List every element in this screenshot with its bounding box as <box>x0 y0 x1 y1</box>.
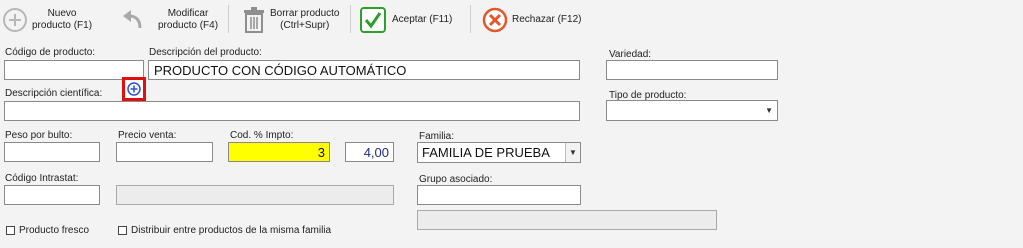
producto-fresco-label: Producto fresco <box>19 225 90 236</box>
descripcion-field[interactable]: PRODUCTO CON CÓDIGO AUTOMÁTICO <box>148 60 580 80</box>
new-product-label-2: producto (F1) <box>32 20 93 31</box>
reject-label: Rechazar (F12) <box>512 14 582 25</box>
reject-button[interactable]: Rechazar (F12) <box>482 3 581 37</box>
impto-code-field[interactable]: 3 <box>228 142 330 162</box>
delete-product-label-2: (Ctrl+Supr) <box>280 20 330 31</box>
intrastat-description-field <box>116 185 394 205</box>
add-cientifica-button[interactable] <box>122 77 146 101</box>
descripcion-label: Descripción del producto: <box>149 47 262 58</box>
toolbar-separator <box>228 5 229 33</box>
x-circle-icon <box>482 7 508 33</box>
toolbar-separator <box>350 5 351 33</box>
familia-value: FAMILIA DE PRUEBA <box>422 145 550 160</box>
accept-label: Aceptar (F11) <box>392 14 453 25</box>
chevron-down-icon[interactable]: ▼ <box>765 106 773 115</box>
trash-icon <box>244 7 264 33</box>
descripcion-value: PRODUCTO CON CÓDIGO AUTOMÁTICO <box>154 63 407 78</box>
add-circle-icon <box>127 82 141 96</box>
intrastat-field[interactable] <box>4 185 100 205</box>
delete-product-label-1: Borrar producto <box>270 8 340 19</box>
intrastat-label: Código Intrastat: <box>5 173 79 184</box>
new-product-button[interactable]: Nuevo producto (F1) <box>2 3 92 37</box>
familia-label: Familia: <box>419 131 455 142</box>
grupo-label: Grupo asociado: <box>419 174 493 185</box>
familia-dropdown-button[interactable]: ▼ <box>565 143 580 162</box>
toolbar: Nuevo producto (F1) Modificar producto (… <box>0 0 1023 38</box>
precio-label: Precio venta: <box>118 130 177 141</box>
impto-label: Cod. % Impto: <box>230 130 294 141</box>
delete-product-button[interactable]: Borrar producto (Ctrl+Supr) <box>242 3 339 37</box>
impto-percent-value: 4,00 <box>363 145 389 160</box>
producto-fresco-checkbox[interactable] <box>6 226 15 235</box>
variedad-label: Variedad: <box>609 49 652 60</box>
precio-field[interactable] <box>116 142 213 162</box>
edit-product-button[interactable]: Modificar producto (F4) <box>120 3 218 37</box>
plus-circle-icon <box>3 8 27 32</box>
edit-product-label-2: producto (F4) <box>158 20 219 31</box>
impto-code-value: 3 <box>317 145 325 160</box>
impto-percent-field: 4,00 <box>345 142 394 162</box>
cientifica-label: Descripción científica: <box>5 88 103 99</box>
cientifica-field[interactable] <box>4 101 580 121</box>
new-product-label-1: Nuevo <box>47 8 77 19</box>
peso-field[interactable] <box>4 142 100 162</box>
chevron-down-icon: ▼ <box>569 148 577 157</box>
accept-button[interactable]: Aceptar (F11) <box>360 3 452 37</box>
undo-arrow-icon <box>123 10 142 29</box>
codigo-label: Código de producto: <box>5 47 96 58</box>
grupo-field[interactable] <box>417 185 581 205</box>
grupo-description-field <box>417 210 717 230</box>
check-icon <box>360 7 386 33</box>
peso-label: Peso por bulto: <box>5 130 73 141</box>
variedad-field[interactable] <box>606 60 778 80</box>
distribuir-label: Distribuir entre productos de la misma f… <box>131 225 332 236</box>
tipo-select[interactable]: ▼ <box>606 100 778 121</box>
toolbar-separator <box>470 5 471 33</box>
distribuir-checkbox[interactable] <box>118 226 127 235</box>
familia-select[interactable]: FAMILIA DE PRUEBA ▼ <box>417 142 581 163</box>
edit-product-label-1: Modificar <box>167 8 209 19</box>
